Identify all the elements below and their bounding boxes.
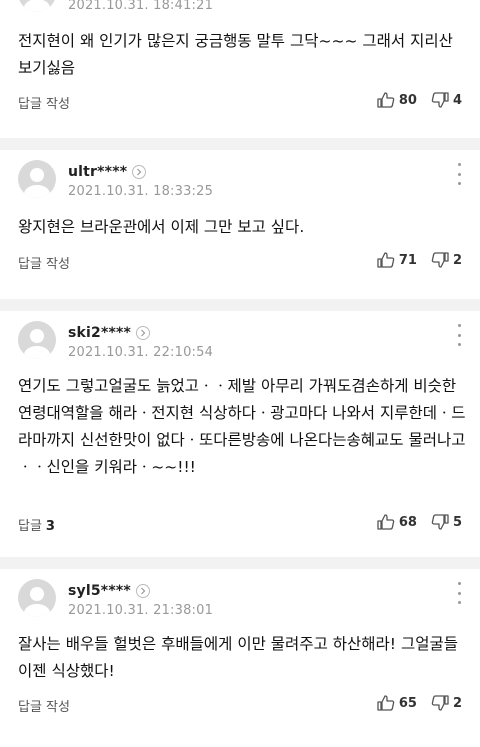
default-avatar-icon <box>24 168 50 198</box>
reply-label: 답글 작성 <box>18 97 70 112</box>
chevron-right-icon[interactable] <box>136 326 151 340</box>
chevron-right-icon[interactable] <box>135 584 150 598</box>
reply-button[interactable]: 답글 작성 <box>18 696 70 715</box>
comment-text: 왕지현은 브라운관에서 이제 그만 보고 싶다. <box>18 218 305 236</box>
vote-group: 80 4 <box>377 92 462 108</box>
thumbs-up-icon <box>377 514 395 530</box>
thumbs-down-icon <box>431 514 449 530</box>
divider <box>0 299 480 311</box>
comment-date: 2021.10.31. 18:33:25 <box>68 184 214 199</box>
user-row[interactable]: ultr**** <box>68 162 147 182</box>
dislike-count: 5 <box>452 514 462 530</box>
avatar[interactable] <box>18 0 56 12</box>
avatar[interactable] <box>18 160 56 198</box>
username[interactable]: ski2**** <box>68 325 131 341</box>
avatar[interactable] <box>18 579 56 617</box>
reply-button[interactable]: 답글 작성 <box>18 253 70 272</box>
reply-label: 답글 <box>18 519 42 534</box>
more-options-icon[interactable] <box>456 324 462 346</box>
like-button[interactable]: 65 <box>377 695 417 711</box>
thumbs-down-icon <box>431 695 449 711</box>
username[interactable]: ultr**** <box>68 164 127 180</box>
more-options-icon[interactable] <box>456 582 462 604</box>
thumbs-down-icon <box>431 252 449 268</box>
like-button[interactable]: 68 <box>377 514 417 530</box>
comment-date: 2021.10.31. 21:38:01 <box>68 603 214 618</box>
username[interactable]: syl5**** <box>68 583 131 599</box>
vote-group: 71 2 <box>377 252 462 268</box>
dislike-count: 2 <box>452 252 462 268</box>
comment-text: 연기도 그렇고얼굴도 늙었고ㆍㆍ제발 아무리 가꿔도겸손하게 비슷한 연령대역할… <box>18 377 466 476</box>
dislike-count: 2 <box>452 695 462 711</box>
like-count: 65 <box>398 695 417 711</box>
default-avatar-icon <box>24 0 50 12</box>
divider <box>0 557 480 569</box>
comment-item: ski2**** 2021.10.31. 22:10:54 연기도 그렇고얼굴도… <box>0 311 480 551</box>
user-row[interactable]: ski2**** <box>68 323 151 343</box>
comment-date: 2021.10.31. 18:41:21 <box>68 0 214 13</box>
comment-item: ultr**** 2021.10.31. 18:33:25 왕지현은 브라운관에… <box>0 150 480 290</box>
like-button[interactable]: 71 <box>377 252 417 268</box>
thumbs-up-icon <box>377 252 395 268</box>
user-row[interactable]: syl5**** <box>68 581 150 601</box>
reply-label: 답글 작성 <box>18 700 70 715</box>
avatar[interactable] <box>18 321 56 359</box>
like-button[interactable]: 80 <box>377 92 417 108</box>
dislike-button[interactable]: 2 <box>431 252 462 268</box>
vote-group: 65 2 <box>377 695 462 711</box>
thumbs-up-icon <box>377 695 395 711</box>
reply-count: 3 <box>45 519 55 534</box>
vote-group: 68 5 <box>377 514 462 530</box>
like-count: 80 <box>398 92 417 108</box>
thumbs-down-icon <box>431 92 449 108</box>
thumbs-up-icon <box>377 92 395 108</box>
comment-date: 2021.10.31. 22:10:54 <box>68 345 214 360</box>
comment-text: 잘사는 배우들 헐벗은 후배들에게 이만 물려주고 하산해라! 그얼굴들 이젠 … <box>18 635 458 680</box>
reply-label: 답글 작성 <box>18 257 70 272</box>
like-count: 68 <box>398 514 417 530</box>
chevron-right-icon[interactable] <box>132 165 147 179</box>
comment-text: 전지현이 왜 인기가 많은지 궁금행동 말투 그닥~~~ 그래서 지리산 보기싫… <box>18 32 453 77</box>
reply-button[interactable]: 답글 3 <box>18 515 55 534</box>
more-options-icon[interactable] <box>456 163 462 185</box>
dislike-count: 4 <box>452 92 462 108</box>
like-count: 71 <box>398 252 417 268</box>
dislike-button[interactable]: 4 <box>431 92 462 108</box>
comment-item: 2021.10.31. 18:41:21 전지현이 왜 인기가 많은지 궁금행동… <box>0 0 480 138</box>
dislike-button[interactable]: 2 <box>431 695 462 711</box>
dislike-button[interactable]: 5 <box>431 514 462 530</box>
reply-button[interactable]: 답글 작성 <box>18 93 70 112</box>
default-avatar-icon <box>24 587 50 617</box>
default-avatar-icon <box>24 329 50 359</box>
divider <box>0 138 480 150</box>
comment-item: syl5**** 2021.10.31. 21:38:01 잘사는 배우들 헐벗… <box>0 569 480 747</box>
